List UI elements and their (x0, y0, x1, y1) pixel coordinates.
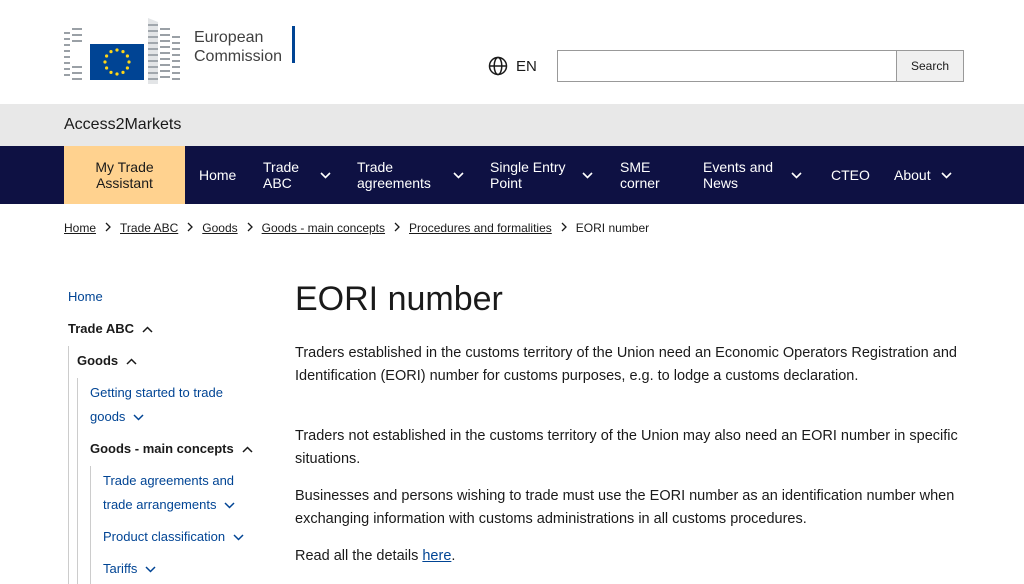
globe-icon (488, 56, 508, 76)
search-button[interactable]: Search (896, 50, 964, 82)
nav-item-home[interactable]: Home (199, 146, 236, 204)
paragraph-eori-intro: Traders established in the customs terri… (295, 345, 957, 384)
breadcrumb-goods[interactable]: Goods (202, 221, 237, 235)
breadcrumb: Home Trade ABC Goods Goods - main concep… (64, 221, 649, 235)
nav-label-line2: News (703, 175, 739, 191)
site-name-bar: Access2Markets (0, 104, 1024, 146)
paragraph-identification: Businesses and persons wishing to trade … (295, 488, 955, 527)
chevron-right-icon (561, 221, 567, 235)
breadcrumb-trade-abc[interactable]: Trade ABC (120, 221, 178, 235)
chevron-down-icon (133, 414, 144, 421)
nav-item-single-entry-point[interactable]: Single Entry Point (490, 146, 594, 204)
nav-label-line1: Single Entry (490, 159, 566, 175)
site-header: European Commission EN Search (0, 0, 1024, 104)
sidebar-item-product-classification[interactable]: Product classification (103, 525, 244, 549)
nav-label-line2: corner (620, 175, 660, 191)
nav-label-line2: ABC (263, 175, 292, 191)
nav-item-trade-abc[interactable]: Trade ABC (263, 146, 331, 204)
nav-item-cteo[interactable]: CTEO (831, 146, 870, 204)
chevron-up-icon (126, 358, 137, 365)
chevron-right-icon (187, 221, 194, 235)
sidebar-item-tariffs[interactable]: Tariffs (103, 557, 156, 581)
chevron-up-icon (142, 326, 153, 333)
sidebar-item-label-line1: Getting started to trade (90, 385, 223, 400)
read-details-suffix: . (451, 548, 456, 564)
chevron-right-icon (394, 221, 400, 235)
sidebar-item-trade-abc[interactable]: Trade ABC (68, 317, 153, 341)
nav-label-line2: Point (490, 175, 522, 191)
chevron-down-icon (233, 534, 244, 541)
sidebar-item-goods[interactable]: Goods (77, 349, 137, 373)
language-selector[interactable]: EN (488, 56, 537, 76)
nav-item-trade-agreements[interactable]: Trade agreements (357, 146, 464, 204)
sidebar-item-label: Goods - main concepts (90, 441, 234, 456)
sidebar-tree-line (77, 378, 78, 584)
paragraph-read-details: Read all the details here. (295, 545, 965, 568)
site-name[interactable]: Access2Markets (64, 116, 181, 134)
logo-text: European Commission (194, 28, 282, 66)
sidebar-tree-line (90, 466, 91, 584)
nav-label: About (894, 167, 931, 183)
nav-item-sme-corner[interactable]: SME corner (620, 146, 660, 204)
nav-label-line1: Events and (703, 159, 774, 175)
breadcrumb-current: EORI number (575, 221, 650, 235)
search-input[interactable] (557, 50, 896, 82)
chevron-down-icon (453, 171, 464, 179)
chevron-up-icon (242, 446, 253, 453)
nav-label-line1: Trade (263, 159, 300, 175)
page-title: EORI number (295, 280, 503, 318)
details-here-link[interactable]: here (422, 548, 451, 564)
sidebar-item-trade-agreements[interactable]: Trade agreements and trade arrangements (103, 469, 235, 517)
breadcrumb-procedures-and-formalities[interactable]: Procedures and formalities (409, 221, 552, 235)
read-details-text: Read all the details (295, 548, 423, 564)
nav-item-about[interactable]: About (894, 146, 952, 204)
main-navigation: My Trade Assistant Home Trade ABC Trade agr… (0, 146, 1024, 204)
sidebar-item-label-line1: Trade agreements and (103, 473, 235, 488)
sidebar-item-getting-started[interactable]: Getting started to trade goods (90, 381, 223, 429)
sidebar-item-label-line2: trade arrangements (103, 497, 217, 512)
language-code: EN (516, 57, 537, 75)
sidebar-item-goods-main-concepts[interactable]: Goods - main concepts (90, 437, 253, 461)
nav-label-line1: Trade (357, 159, 394, 175)
chevron-down-icon (320, 171, 331, 179)
sidebar-tree-line (68, 346, 69, 584)
breadcrumb-home[interactable]: Home (64, 221, 96, 235)
chevron-down-icon (224, 502, 235, 509)
nav-item-my-trade-assistant[interactable]: My Trade Assistant (64, 146, 185, 204)
logo-divider (292, 26, 295, 63)
sidebar-item-label-line2: goods (90, 409, 126, 424)
sidebar-item-label: Product classification (103, 529, 226, 544)
chevron-down-icon (941, 171, 952, 179)
logo-line-commission: Commission (194, 48, 283, 65)
nav-label: CTEO (831, 167, 870, 183)
chevron-down-icon (582, 171, 594, 179)
chevron-right-icon (105, 221, 111, 235)
ec-building-icon (64, 18, 180, 84)
chevron-down-icon (145, 566, 156, 573)
search-form: Search (557, 50, 964, 82)
nav-label-line2: agreements (357, 175, 431, 191)
nav-item-events-and-news[interactable]: Events and News (703, 146, 802, 204)
nav-label-line2: Assistant (96, 175, 153, 191)
sidebar-item-label: Trade ABC (68, 321, 134, 336)
sidebar-item-home[interactable]: Home (68, 285, 103, 309)
nav-label: Home (199, 167, 237, 183)
sidebar-item-label: Tariffs (103, 561, 138, 576)
breadcrumb-goods-main-concepts[interactable]: Goods - main concepts (262, 221, 385, 235)
nav-label-line1: My Trade (95, 159, 154, 175)
nav-label-line1: SME (620, 159, 651, 175)
paragraph-non-established: Traders not established in the customs t… (295, 428, 958, 467)
chevron-right-icon (247, 221, 253, 235)
logo-line-european: European (194, 29, 264, 46)
chevron-down-icon (791, 171, 802, 179)
european-commission-logo[interactable]: European Commission (64, 18, 300, 84)
sidebar-item-label: Goods (77, 353, 119, 368)
